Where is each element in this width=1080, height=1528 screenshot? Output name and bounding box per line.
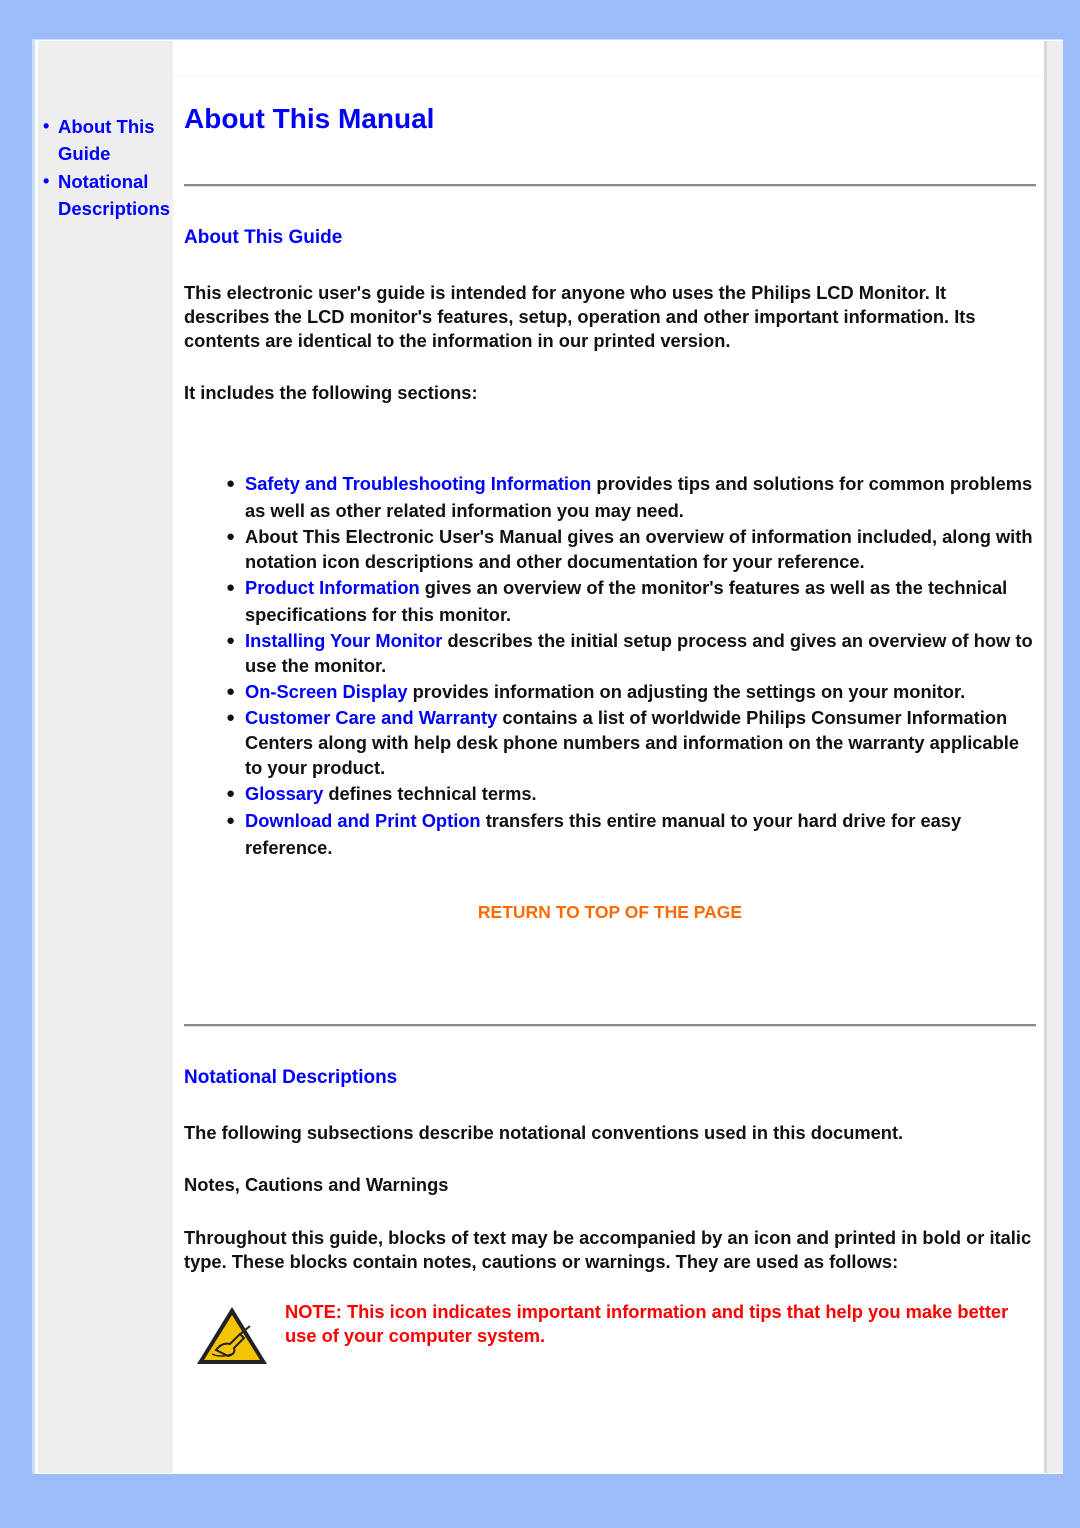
- list-item: ● On-Screen Display provides information …: [184, 678, 1034, 705]
- page-title: About This Manual: [184, 103, 435, 134]
- sidebar-link-notational-descriptions[interactable]: Notational Descriptions: [58, 171, 170, 219]
- top-band: [173, 41, 1043, 77]
- link-on-screen-display[interactable]: On-Screen Display: [245, 681, 408, 702]
- sidebar-link-about-this-guide[interactable]: About This Guide: [58, 116, 155, 164]
- list-item: ● Customer Care and Warranty contains a l…: [226, 707, 1020, 778]
- bullet-icon: ●: [226, 785, 236, 802]
- sidebar-item-about-this-guide[interactable]: • About This Guide: [43, 113, 173, 167]
- sidebar-item-notational-descriptions[interactable]: • Notational Descriptions: [43, 168, 173, 222]
- notational-body: Throughout this guide, blocks of text ma…: [184, 1227, 1032, 1272]
- list-item: ● Download and Print Option transfers thi…: [184, 807, 1034, 861]
- list-item: ● Product Information gives an overview o…: [184, 574, 1034, 628]
- divider: [184, 184, 1036, 187]
- bullet-icon: ●: [226, 528, 236, 545]
- link-glossary[interactable]: Glossary: [245, 783, 323, 804]
- return-to-top: RETURN TO TOP OF THE PAGE: [184, 902, 1036, 923]
- notational-intro: The following subsections describe notat…: [184, 1122, 904, 1143]
- return-to-top-link[interactable]: RETURN TO TOP OF THE PAGE: [478, 902, 742, 922]
- link-product-information[interactable]: Product Information: [245, 577, 420, 598]
- bullet-icon: ●: [226, 632, 236, 649]
- list-item: ● About This Electronic User's Manual giv…: [226, 526, 1033, 572]
- divider: [184, 1024, 1036, 1027]
- sidebar: • About This Guide • Notational Descript…: [38, 41, 173, 1473]
- bullet-icon: ●: [226, 475, 236, 492]
- list-item: ● Installing Your Monitor describes the i…: [226, 630, 1033, 676]
- intro-paragraph: This electronic user's guide is intended…: [184, 282, 976, 351]
- page-frame: • About This Guide • Notational Descript…: [32, 39, 1063, 1474]
- list-item: ● Glossary defines technical terms.: [184, 780, 1034, 807]
- note-pencil-warning-icon: [197, 1307, 267, 1364]
- sidebar-nav: • About This Guide • Notational Descript…: [43, 113, 173, 222]
- link-download-print-option[interactable]: Download and Print Option: [245, 810, 481, 831]
- list-item: ● Safety and Troubleshooting Information …: [184, 470, 1034, 524]
- bullet-icon: ●: [226, 709, 236, 726]
- section-heading-notational-descriptions: Notational Descriptions: [184, 1067, 398, 1088]
- notes-subheading: Notes, Cautions and Warnings: [184, 1174, 449, 1195]
- includes-text: It includes the following sections:: [184, 382, 478, 403]
- sections-list: ● Safety and Troubleshooting Information …: [184, 470, 1034, 861]
- note-text: NOTE: This icon indicates important info…: [285, 1301, 1009, 1346]
- link-customer-care-warranty[interactable]: Customer Care and Warranty: [245, 707, 497, 728]
- bullet-icon: •: [43, 171, 50, 191]
- bullet-icon: •: [43, 116, 50, 136]
- bullet-icon: ●: [226, 812, 236, 829]
- bullet-icon: ●: [226, 579, 236, 596]
- link-installing-your-monitor[interactable]: Installing Your Monitor: [245, 630, 442, 651]
- scrollbar[interactable]: [1044, 41, 1063, 1473]
- section-heading-about-this-guide: About This Guide: [184, 227, 343, 248]
- link-safety-troubleshooting[interactable]: Safety and Troubleshooting Information: [245, 473, 591, 494]
- bullet-icon: ●: [226, 683, 236, 700]
